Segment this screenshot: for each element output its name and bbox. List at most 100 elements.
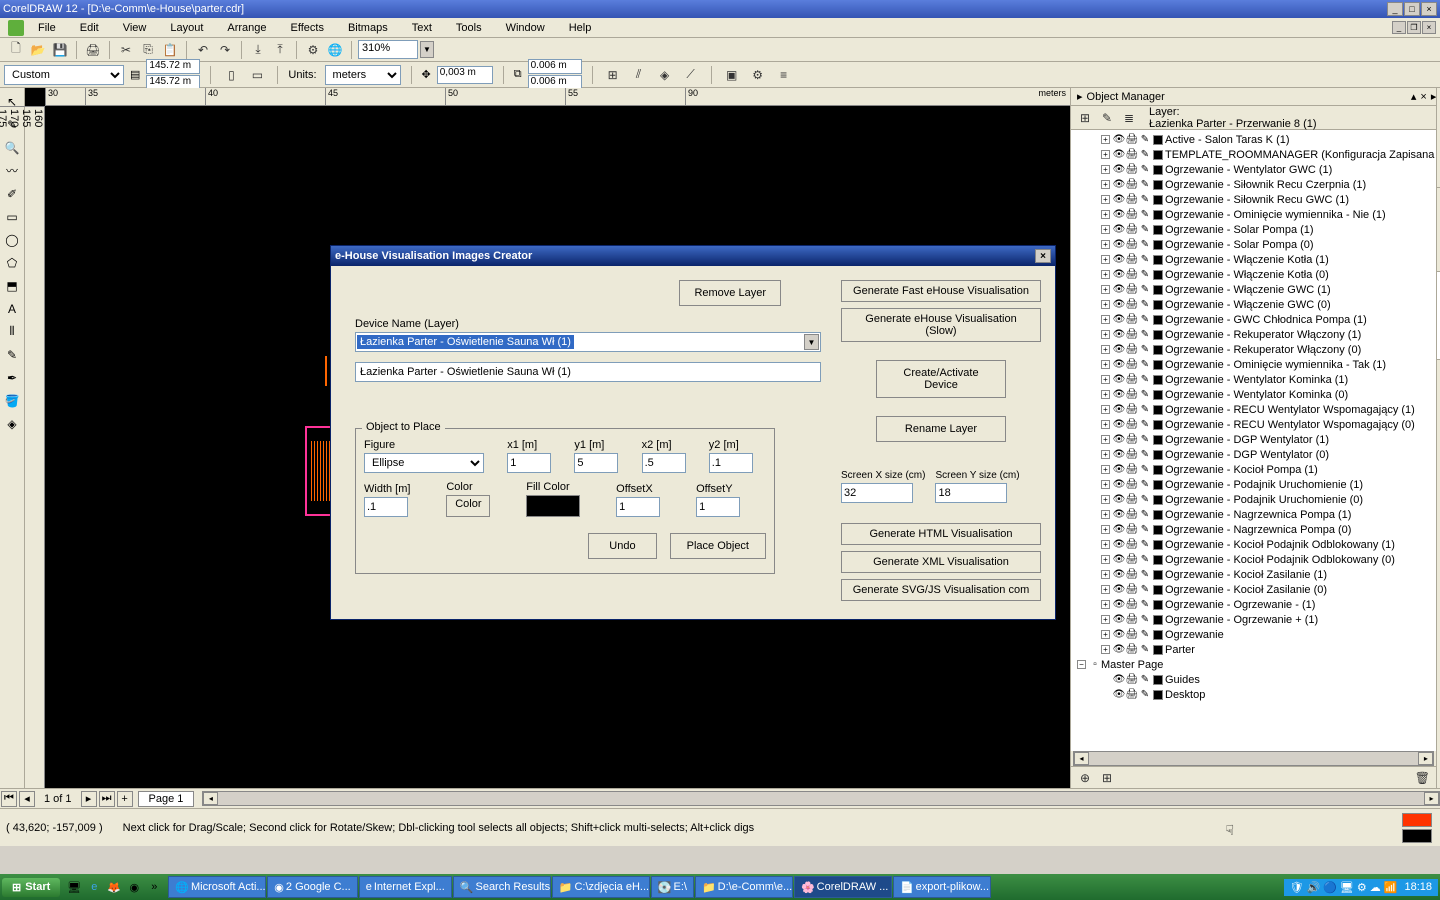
x2-field[interactable] <box>642 453 686 473</box>
edit-icon[interactable]: ✎ <box>1139 419 1151 431</box>
tree-row[interactable]: 👁🖨✎Desktop <box>1073 687 1434 702</box>
redo-icon[interactable]: ↷ <box>215 40 235 60</box>
delete-icon[interactable]: 🗑 <box>1412 768 1432 788</box>
new-icon[interactable]: 🗋 <box>6 40 26 60</box>
edit-icon[interactable]: ✎ <box>1139 404 1151 416</box>
print-icon[interactable]: 🖨 <box>1126 404 1138 416</box>
edit-icon[interactable]: ✎ <box>1139 569 1151 581</box>
layer-color-swatch[interactable] <box>1153 540 1163 550</box>
fill-color-swatch[interactable] <box>526 495 580 517</box>
tree-row[interactable]: +👁🖨✎Ogrzewanie - Siłownik Recu Czerpnia … <box>1073 177 1434 192</box>
expand-icon[interactable]: + <box>1101 315 1110 324</box>
tray-icon[interactable]: 🛡 <box>1290 881 1304 894</box>
clock[interactable]: 18:18 <box>1404 881 1432 893</box>
ie-icon[interactable]: e <box>85 878 103 896</box>
eye-icon[interactable]: 👁 <box>1113 404 1125 416</box>
layer-color-swatch[interactable] <box>1153 255 1163 265</box>
expand-icon[interactable]: + <box>1101 345 1110 354</box>
expand-icon[interactable]: + <box>1101 225 1110 234</box>
print-icon[interactable]: 🖨 <box>1126 389 1138 401</box>
color-button[interactable]: Color <box>446 495 490 517</box>
print-icon[interactable]: 🖨 <box>1126 209 1138 221</box>
outline-tool-icon[interactable]: ✒ <box>2 367 23 388</box>
menu-edit[interactable]: Edit <box>70 20 109 36</box>
eye-icon[interactable]: 👁 <box>1113 599 1125 611</box>
options-icon[interactable]: ⚙ <box>748 65 768 85</box>
print-icon[interactable]: 🖨 <box>1126 479 1138 491</box>
print-icon[interactable]: 🖨 <box>1126 254 1138 266</box>
expand-icon[interactable]: + <box>1101 450 1110 459</box>
layer-color-swatch[interactable] <box>1153 480 1163 490</box>
eye-icon[interactable]: 👁 <box>1113 434 1125 446</box>
layer-color-swatch[interactable] <box>1153 375 1163 385</box>
app-launcher-icon[interactable]: ⚙ <box>303 40 323 60</box>
print-icon[interactable]: 🖨 <box>1126 194 1138 206</box>
gen-slow-button[interactable]: Generate eHouse Visualisation (Slow) <box>841 308 1041 342</box>
tree-row[interactable]: +👁🖨✎Ogrzewanie - Włączenie GWC (0) <box>1073 297 1434 312</box>
tree-row[interactable]: +👁🖨✎Ogrzewanie - Włączenie Kotła (1) <box>1073 252 1434 267</box>
edit-icon[interactable]: ✎ <box>1139 269 1151 281</box>
layer-color-swatch[interactable] <box>1153 630 1163 640</box>
duplicate-x-field[interactable]: 0.006 m <box>528 59 582 74</box>
menu-tools[interactable]: Tools <box>446 20 492 36</box>
width-field[interactable] <box>364 497 408 517</box>
edit-icon[interactable]: ✎ <box>1139 149 1151 161</box>
start-button[interactable]: ⊞Start <box>2 878 60 897</box>
gen-xml-button[interactable]: Generate XML Visualisation <box>841 551 1041 573</box>
eye-icon[interactable]: 👁 <box>1113 314 1125 326</box>
edit-icon[interactable]: ✎ <box>1139 389 1151 401</box>
eye-icon[interactable]: 👁 <box>1113 389 1125 401</box>
expand-icon[interactable]: + <box>1101 540 1110 549</box>
system-tray[interactable]: 🛡 🔊 🔵 🖥 ⚙ ☁ 📶 18:18 <box>1284 879 1438 896</box>
edit-icon[interactable]: ✎ <box>1139 644 1151 656</box>
tree-row[interactable]: +👁🖨✎Ogrzewanie - Ogrzewanie - (1) <box>1073 597 1434 612</box>
tray-icon[interactable]: 🔵 <box>1323 881 1337 894</box>
tree-hscroll[interactable]: ◂▸ <box>1073 751 1434 766</box>
print-icon[interactable]: 🖨 <box>1126 509 1138 521</box>
tree-row[interactable]: +👁🖨✎Ogrzewanie - Kocioł Pompa (1) <box>1073 462 1434 477</box>
eye-icon[interactable]: 👁 <box>1113 224 1125 236</box>
eye-icon[interactable]: 👁 <box>1113 329 1125 341</box>
layer-color-swatch[interactable] <box>1153 270 1163 280</box>
print-icon[interactable]: 🖨 <box>1126 569 1138 581</box>
layer-color-swatch[interactable] <box>1153 450 1163 460</box>
eye-icon[interactable]: 👁 <box>1113 359 1125 371</box>
expand-icon[interactable]: + <box>1101 270 1110 279</box>
object-tree[interactable]: +👁🖨✎Active - Salon Taras K (1)+👁🖨✎TEMPLA… <box>1071 130 1436 751</box>
edit-icon[interactable]: ✎ <box>1139 359 1151 371</box>
page-tab[interactable]: Page 1 <box>138 791 195 807</box>
edit-icon[interactable]: ✎ <box>1139 524 1151 536</box>
eye-icon[interactable]: 👁 <box>1113 374 1125 386</box>
taskbar-item[interactable]: 📄export-plikow... <box>893 876 991 898</box>
tree-row[interactable]: +👁🖨✎Ogrzewanie - Podajnik Uruchomienie (… <box>1073 492 1434 507</box>
tree-row[interactable]: +👁🖨✎Ogrzewanie - Siłownik Recu GWC (1) <box>1073 192 1434 207</box>
open-icon[interactable]: 📂 <box>28 40 48 60</box>
mdi-close[interactable]: × <box>1422 21 1436 34</box>
outline-swatch[interactable] <box>1402 829 1432 843</box>
paper-width-field[interactable]: 145.72 m <box>146 59 200 74</box>
first-page-icon[interactable]: ⏮ <box>1 791 17 807</box>
print-icon[interactable]: 🖨 <box>1126 584 1138 596</box>
layer-color-swatch[interactable] <box>1153 570 1163 580</box>
eye-icon[interactable]: 👁 <box>1113 269 1125 281</box>
tree-row[interactable]: +👁🖨✎Ogrzewanie - Ominięcie wymiennika - … <box>1073 207 1434 222</box>
print-icon[interactable]: 🖨 <box>1126 689 1138 701</box>
print-icon[interactable]: 🖨 <box>1126 134 1138 146</box>
edit-icon[interactable]: ✎ <box>1139 554 1151 566</box>
layer-color-swatch[interactable] <box>1153 240 1163 250</box>
edit-icon[interactable]: ✎ <box>1139 194 1151 206</box>
print-icon[interactable]: 🖨 <box>1126 284 1138 296</box>
eye-icon[interactable]: 👁 <box>1113 419 1125 431</box>
eye-icon[interactable]: 👁 <box>1113 449 1125 461</box>
edit-icon[interactable]: ✎ <box>1139 314 1151 326</box>
device-name-combo[interactable]: Łazienka Parter - Oświetlenie Sauna Wł (… <box>355 332 821 352</box>
y1-field[interactable] <box>574 453 618 473</box>
layer-color-swatch[interactable] <box>1153 135 1163 145</box>
print-icon[interactable]: 🖨 <box>1126 494 1138 506</box>
tree-row[interactable]: +👁🖨✎Ogrzewanie - Kocioł Zasilanie (1) <box>1073 567 1434 582</box>
eye-icon[interactable]: 👁 <box>1113 299 1125 311</box>
fill-swatch[interactable] <box>1402 813 1432 827</box>
expand-icon[interactable]: + <box>1101 555 1110 564</box>
tree-row[interactable]: +👁🖨✎Ogrzewanie - DGP Wentylator (0) <box>1073 447 1434 462</box>
print-icon[interactable]: 🖨 <box>1126 539 1138 551</box>
